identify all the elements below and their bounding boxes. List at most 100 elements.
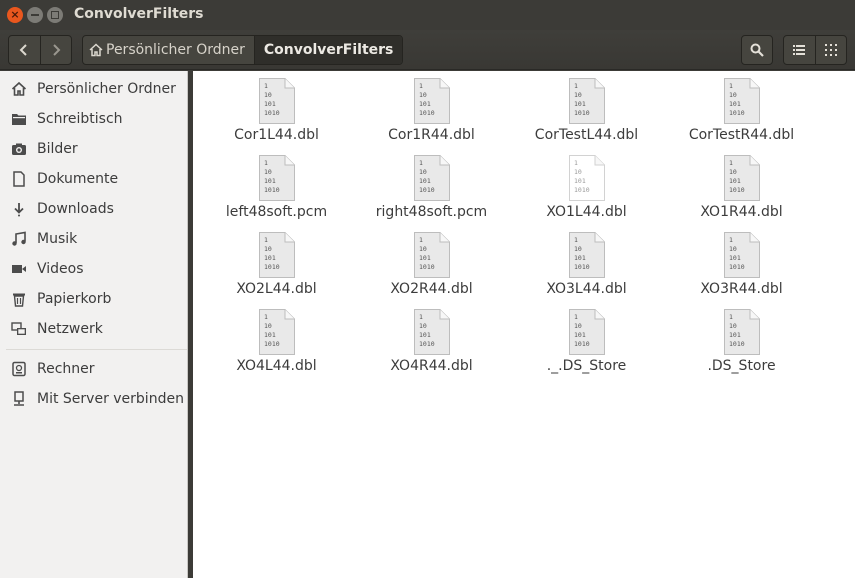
- svg-text:1010: 1010: [574, 263, 590, 271]
- video-icon: [11, 261, 27, 277]
- sidebar-item-trash[interactable]: Papierkorb: [0, 284, 187, 314]
- sidebar-item-documents[interactable]: Dokumente: [0, 164, 187, 194]
- file-name: right48soft.pcm: [375, 204, 488, 220]
- minimize-window-button[interactable]: [27, 7, 43, 23]
- file-name: ._.DS_Store: [546, 358, 627, 374]
- file-name: XO1R44.dbl: [700, 204, 783, 220]
- sidebar-item-computer[interactable]: Rechner: [0, 354, 187, 384]
- svg-text:10: 10: [729, 245, 737, 253]
- file-item[interactable]: 1 10 101 1010 right48soft.pcm: [357, 148, 507, 220]
- file-item[interactable]: 1 10 101 1010 CorTestR44.dbl: [667, 71, 817, 143]
- file-item[interactable]: 1 10 101 1010 XO1L44.dbl: [512, 148, 662, 220]
- file-item[interactable]: 1 10 101 1010 Cor1R44.dbl: [357, 71, 507, 143]
- breadcrumb-current-label: ConvolverFilters: [263, 42, 394, 58]
- svg-text:1: 1: [419, 159, 423, 167]
- list-view-button[interactable]: [784, 36, 815, 64]
- svg-text:1010: 1010: [729, 109, 745, 117]
- search-button[interactable]: [741, 35, 773, 65]
- svg-text:10: 10: [264, 245, 272, 253]
- sidebar-item-label: Schreibtisch: [37, 111, 123, 127]
- svg-text:10: 10: [419, 168, 427, 176]
- title-bar: × ConvolverFilters: [0, 0, 855, 30]
- file-item[interactable]: 1 10 101 1010 XO4L44.dbl: [202, 302, 352, 374]
- music-icon: [11, 231, 27, 247]
- binary-file-icon: 1 10 101 1010: [413, 232, 450, 278]
- svg-text:1: 1: [574, 159, 578, 167]
- file-name: left48soft.pcm: [225, 204, 328, 220]
- toolbar: Persönlicher Ordner ConvolverFilters: [0, 30, 855, 70]
- binary-file-icon: 1 10 101 1010: [413, 309, 450, 355]
- sidebar-item-videos[interactable]: Videos: [0, 254, 187, 284]
- file-item[interactable]: 1 10 101 1010 ._.DS_Store: [512, 302, 662, 374]
- home-icon: [89, 43, 103, 57]
- sidebar-item-downloads[interactable]: Downloads: [0, 194, 187, 224]
- svg-text:1010: 1010: [419, 109, 435, 117]
- svg-text:101: 101: [264, 177, 276, 185]
- file-item[interactable]: 1 10 101 1010 XO1R44.dbl: [667, 148, 817, 220]
- svg-text:1010: 1010: [264, 340, 280, 348]
- binary-file-icon: 1 10 101 1010: [568, 232, 605, 278]
- window-title: ConvolverFilters: [74, 6, 204, 22]
- binary-file-icon: 1 10 101 1010: [723, 155, 760, 201]
- file-item[interactable]: 1 10 101 1010 XO3L44.dbl: [512, 225, 662, 297]
- sidebar-item-label: Downloads: [37, 201, 114, 217]
- sidebar-item-pictures[interactable]: Bilder: [0, 134, 187, 164]
- file-item[interactable]: 1 10 101 1010 XO4R44.dbl: [357, 302, 507, 374]
- svg-text:10: 10: [729, 91, 737, 99]
- forward-button[interactable]: [39, 36, 72, 64]
- maximize-window-button[interactable]: [47, 7, 63, 23]
- sidebar-item-connect-server[interactable]: Mit Server verbinden: [0, 384, 187, 414]
- svg-text:10: 10: [574, 245, 582, 253]
- file-name: XO1L44.dbl: [546, 204, 627, 220]
- sidebar-item-label: Netzwerk: [37, 321, 103, 337]
- server-connect-icon: [11, 391, 27, 407]
- search-icon: [750, 43, 764, 57]
- file-item[interactable]: 1 10 101 1010 Cor1L44.dbl: [202, 71, 352, 143]
- sidebar-item-network[interactable]: Netzwerk: [0, 314, 187, 344]
- svg-text:1: 1: [264, 313, 268, 321]
- sidebar-item-home[interactable]: Persönlicher Ordner: [0, 74, 187, 104]
- svg-text:101: 101: [729, 254, 741, 262]
- svg-text:1: 1: [729, 159, 733, 167]
- file-item[interactable]: 1 10 101 1010 .DS_Store: [667, 302, 817, 374]
- file-name: XO3R44.dbl: [700, 281, 783, 297]
- svg-text:1010: 1010: [264, 109, 280, 117]
- file-item[interactable]: 1 10 101 1010 XO2L44.dbl: [202, 225, 352, 297]
- svg-text:1: 1: [264, 159, 268, 167]
- svg-text:101: 101: [419, 331, 431, 339]
- sidebar-item-desktop[interactable]: Schreibtisch: [0, 104, 187, 134]
- svg-text:101: 101: [419, 100, 431, 108]
- breadcrumb-home[interactable]: Persönlicher Ordner: [83, 36, 255, 64]
- binary-file-icon: 1 10 101 1010: [413, 78, 450, 124]
- svg-text:101: 101: [264, 254, 276, 262]
- file-item[interactable]: 1 10 101 1010 left48soft.pcm: [202, 148, 352, 220]
- svg-text:1010: 1010: [729, 263, 745, 271]
- camera-icon: [11, 141, 27, 157]
- svg-text:101: 101: [419, 254, 431, 262]
- grid-view-button[interactable]: [814, 36, 847, 64]
- svg-text:10: 10: [574, 322, 582, 330]
- file-name: XO2R44.dbl: [390, 281, 473, 297]
- svg-text:101: 101: [419, 177, 431, 185]
- file-item[interactable]: 1 10 101 1010 XO2R44.dbl: [357, 225, 507, 297]
- svg-text:101: 101: [729, 100, 741, 108]
- svg-text:10: 10: [264, 168, 272, 176]
- sidebar-item-label: Persönlicher Ordner: [37, 81, 176, 97]
- file-name: XO4R44.dbl: [390, 358, 473, 374]
- binary-file-icon: 1 10 101 1010: [723, 309, 760, 355]
- back-button[interactable]: [9, 36, 40, 64]
- svg-text:101: 101: [264, 100, 276, 108]
- binary-file-icon: 1 10 101 1010: [723, 232, 760, 278]
- close-window-button[interactable]: ×: [7, 7, 23, 23]
- sidebar-item-label: Videos: [37, 261, 84, 277]
- file-item[interactable]: 1 10 101 1010 CorTestL44.dbl: [512, 71, 662, 143]
- svg-text:10: 10: [264, 91, 272, 99]
- file-item[interactable]: 1 10 101 1010 XO3R44.dbl: [667, 225, 817, 297]
- binary-file-icon: 1 10 101 1010: [568, 78, 605, 124]
- svg-text:1010: 1010: [419, 186, 435, 194]
- svg-text:10: 10: [419, 322, 427, 330]
- sidebar-item-label: Papierkorb: [37, 291, 112, 307]
- breadcrumb-current[interactable]: ConvolverFilters: [254, 36, 403, 64]
- sidebar-item-music[interactable]: Musik: [0, 224, 187, 254]
- binary-file-icon: 1 10 101 1010: [568, 309, 605, 355]
